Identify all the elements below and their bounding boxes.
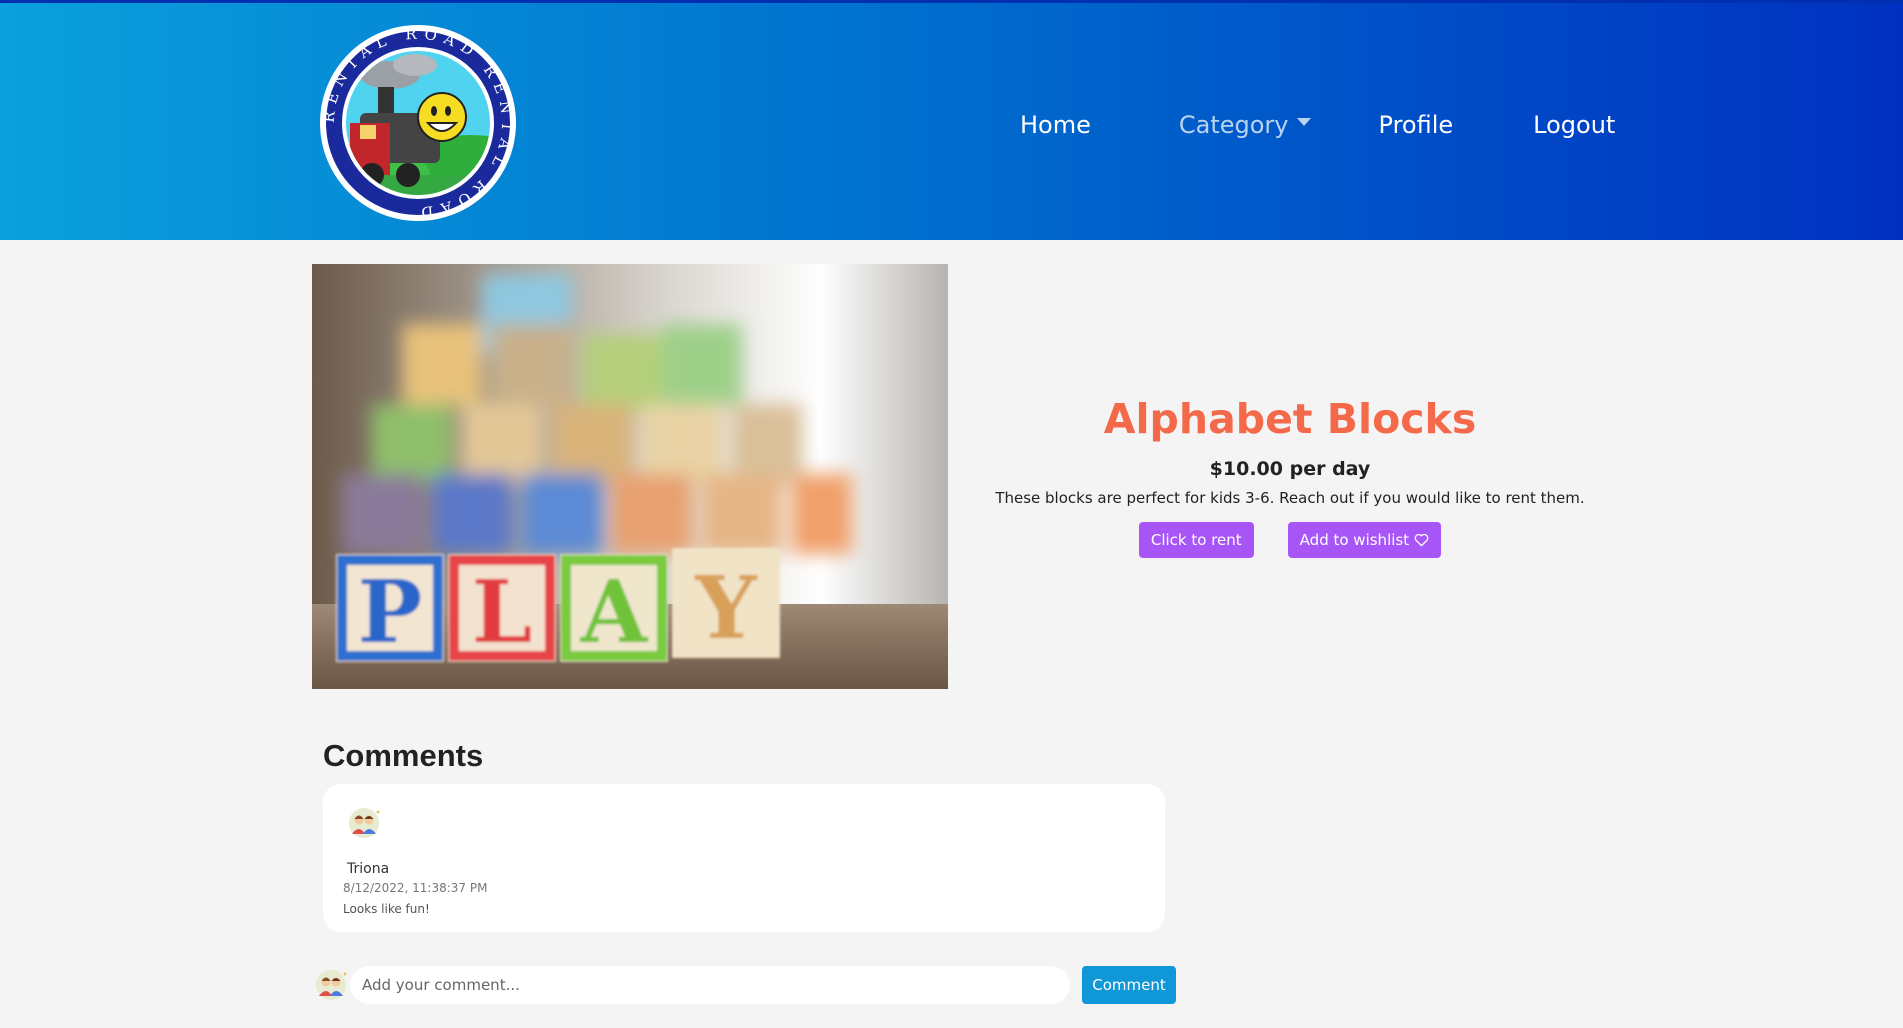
caret-down-icon: [1296, 118, 1311, 126]
product-price: $10.00 per day: [1209, 458, 1371, 480]
product-description: These blocks are perfect for kids 3-6. R…: [995, 489, 1585, 507]
comment-submit-button[interactable]: Comment: [1082, 966, 1176, 1004]
svg-text:L: L: [472, 562, 532, 663]
svg-text:Y: Y: [694, 558, 758, 659]
main-nav: Home Category Profile Logout: [990, 103, 1615, 147]
svg-text:A: A: [580, 562, 649, 663]
add-to-wishlist-button[interactable]: Add to wishlist: [1287, 522, 1442, 558]
heart-icon: [1414, 533, 1429, 547]
nav-category-dropdown[interactable]: Category: [1179, 111, 1311, 139]
product-title: Alphabet Blocks: [1103, 395, 1477, 443]
nav-category-label: Category: [1178, 111, 1289, 139]
product-image: P L A Y: [312, 264, 948, 689]
comments-heading: Comments: [323, 738, 484, 773]
users-avatar-icon: [316, 970, 347, 1000]
site-header: RENTAL ROAD RENTAL ROAD Home Category Pr…: [0, 0, 1903, 240]
avatar: [347, 806, 381, 840]
wishlist-button-label: Add to wishlist: [1299, 531, 1410, 549]
comment-item: Triona 8/12/2022, 11:38:37 PM Looks like…: [323, 784, 1165, 932]
rent-button[interactable]: Click to rent: [1138, 522, 1254, 558]
product-actions: Click to rent Add to wishlist: [990, 522, 1590, 558]
play-blocks-photo: P L A Y: [312, 264, 948, 689]
nav-logout-link[interactable]: Logout: [1533, 111, 1615, 139]
comment-timestamp: 8/12/2022, 11:38:37 PM: [343, 881, 488, 895]
comment-text: Looks like fun!: [343, 902, 430, 916]
users-avatar-icon: [349, 808, 380, 838]
rent-button-label: Click to rent: [1150, 531, 1242, 549]
product-details: Alphabet Blocks $10.00 per day These blo…: [990, 392, 1590, 558]
comment-author: Triona: [347, 861, 390, 877]
nav-profile-link[interactable]: Profile: [1379, 111, 1454, 139]
comment-input[interactable]: [350, 966, 1070, 1004]
site-logo[interactable]: RENTAL ROAD RENTAL ROAD: [320, 25, 516, 221]
svg-text:P: P: [358, 562, 423, 663]
current-user-avatar: [314, 968, 348, 1002]
nav-home-link[interactable]: Home: [1020, 111, 1091, 139]
train-logo-icon: RENTAL ROAD RENTAL ROAD: [320, 25, 514, 221]
